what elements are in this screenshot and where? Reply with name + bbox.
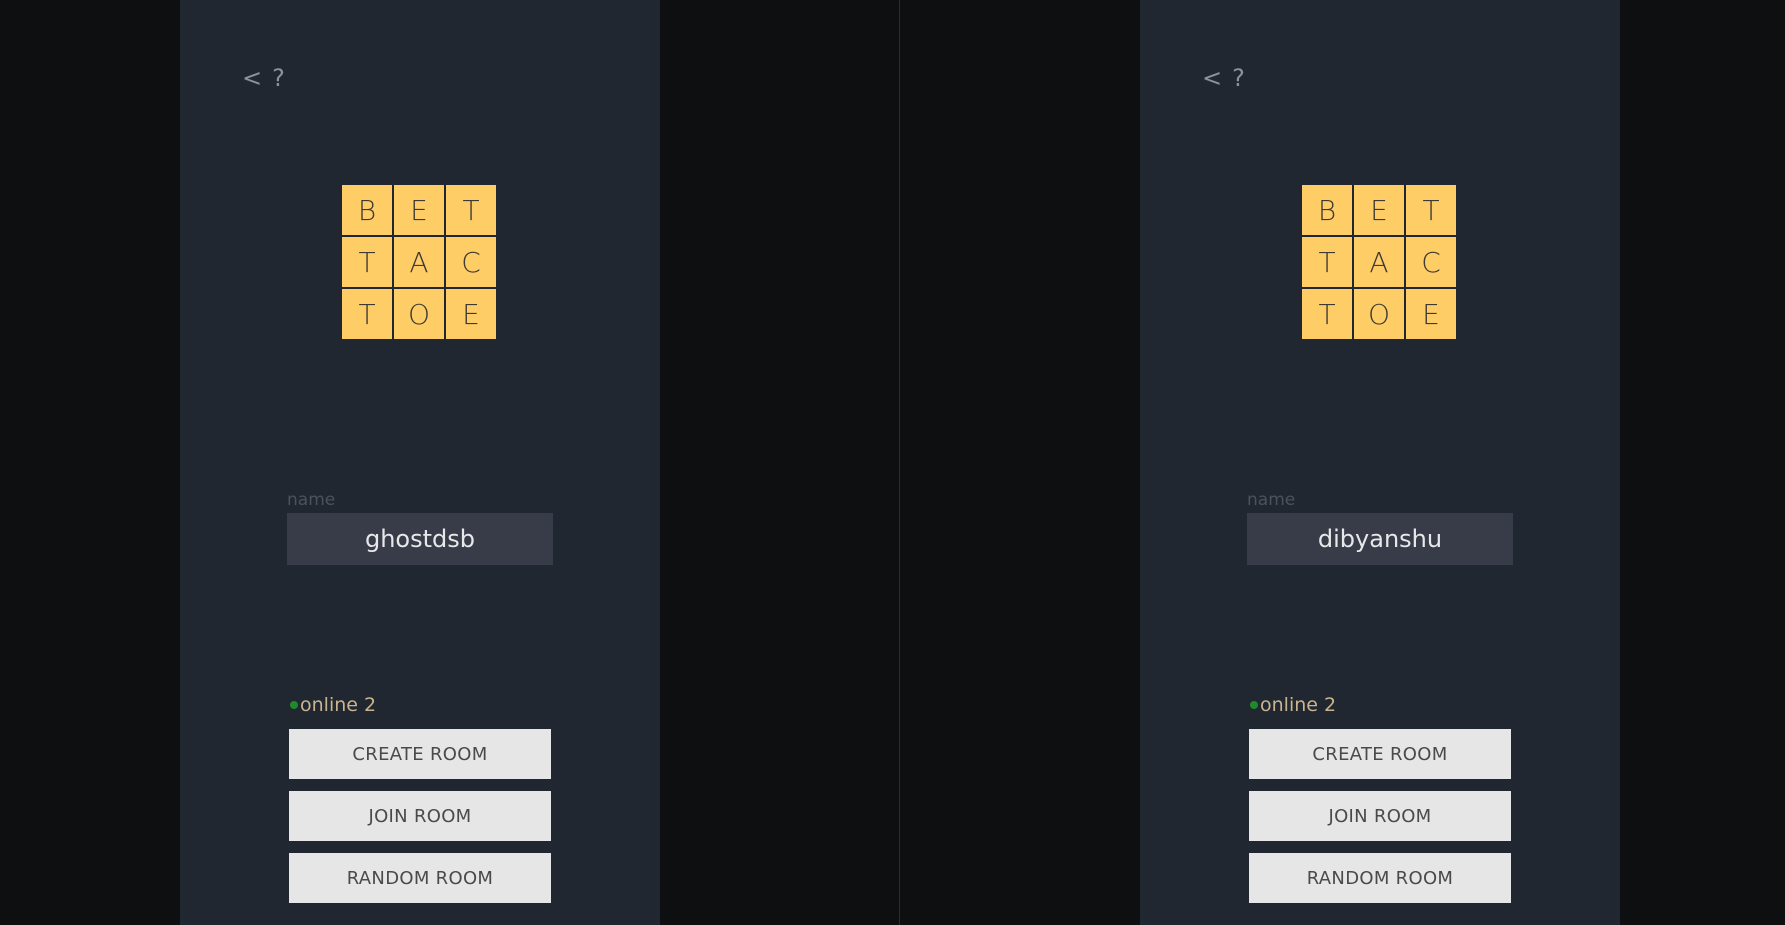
logo-tile: C	[446, 237, 496, 287]
online-status: online 2	[1250, 694, 1336, 716]
logo-tile: T	[1302, 289, 1352, 339]
logo-tile: C	[1406, 237, 1456, 287]
name-input[interactable]	[287, 513, 553, 565]
name-label: name	[1247, 490, 1296, 510]
name-label: name	[287, 490, 336, 510]
online-dot-icon	[290, 701, 298, 709]
logo-tile: A	[1354, 237, 1404, 287]
logo-tile: O	[394, 289, 444, 339]
window-divider	[899, 0, 900, 925]
screen: < ? B E T T A C T O E name online 2 CREA…	[0, 0, 1785, 925]
logo-tile: T	[342, 289, 392, 339]
join-room-button[interactable]: JOIN ROOM	[1249, 791, 1511, 841]
back-icon[interactable]: <	[242, 66, 262, 90]
help-icon[interactable]: ?	[272, 66, 285, 90]
back-icon[interactable]: <	[1202, 66, 1222, 90]
create-room-button[interactable]: CREATE ROOM	[289, 729, 551, 779]
logo-tile: T	[1406, 185, 1456, 235]
logo-tile: B	[1302, 185, 1352, 235]
bettactoe-logo: B E T T A C T O E	[342, 185, 498, 341]
app-panel-right: < ? B E T T A C T O E name online 2 CREA…	[1140, 0, 1620, 925]
logo-tile: T	[1302, 237, 1352, 287]
logo-tile: E	[394, 185, 444, 235]
top-nav: < ?	[242, 66, 285, 90]
bettactoe-logo: B E T T A C T O E	[1302, 185, 1458, 341]
logo-tile: B	[342, 185, 392, 235]
logo-tile: E	[1354, 185, 1404, 235]
online-count: online 2	[1260, 694, 1337, 716]
random-room-button[interactable]: RANDOM ROOM	[1249, 853, 1511, 903]
online-count: online 2	[300, 694, 377, 716]
app-panel-left: < ? B E T T A C T O E name online 2 CREA…	[180, 0, 660, 925]
top-nav: < ?	[1202, 66, 1245, 90]
logo-tile: E	[1406, 289, 1456, 339]
logo-tile: E	[446, 289, 496, 339]
random-room-button[interactable]: RANDOM ROOM	[289, 853, 551, 903]
help-icon[interactable]: ?	[1232, 66, 1245, 90]
logo-tile: T	[342, 237, 392, 287]
logo-tile: A	[394, 237, 444, 287]
logo-tile: T	[446, 185, 496, 235]
create-room-button[interactable]: CREATE ROOM	[1249, 729, 1511, 779]
online-dot-icon	[1250, 701, 1258, 709]
join-room-button[interactable]: JOIN ROOM	[289, 791, 551, 841]
online-status: online 2	[290, 694, 376, 716]
logo-tile: O	[1354, 289, 1404, 339]
name-input[interactable]	[1247, 513, 1513, 565]
